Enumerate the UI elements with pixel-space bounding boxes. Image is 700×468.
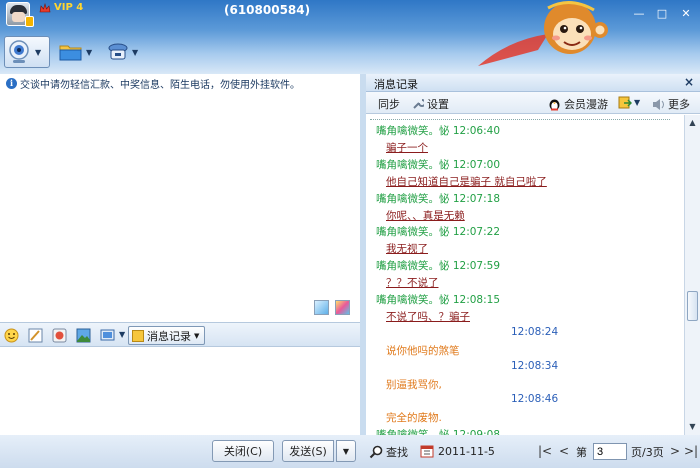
scroll-down-icon[interactable]: ▼ [686, 420, 699, 434]
settings-button[interactable]: 设置 [412, 96, 449, 112]
sent-time: 12:08:24 [511, 325, 559, 338]
folder-icon [59, 45, 82, 61]
search-label: 查找 [386, 446, 408, 459]
first-page-icon[interactable]: |< [538, 444, 552, 458]
send-options-chevron-down-icon[interactable]: ▼ [336, 440, 356, 462]
message-log-scrollbar[interactable]: ▲ ▼ [684, 115, 700, 435]
settings-label: 设置 [427, 98, 449, 111]
sender-line: 嘴角噙微笑。怭 12:06:40 [376, 125, 500, 137]
security-notice: i 交谈中请勿轻信汇款、中奖信息、陌生电话，勿使用外挂软件。 [6, 75, 356, 91]
minimize-button[interactable]: — [630, 6, 648, 21]
input-toolbar: ▼ 消息记录 ▼ [0, 322, 360, 347]
sender-line: 嘴角噙微笑。怭 12:08:15 [376, 294, 500, 306]
penguin-icon [549, 99, 560, 110]
message-log-icon [132, 329, 144, 342]
member-roaming-label: 会员漫游 [564, 98, 608, 111]
received-message: 你呢、、真是无赖 [386, 209, 465, 222]
skin-icon[interactable] [335, 300, 350, 315]
sender-line: 嘴角噙微笑。怭 12:09:08 [376, 427, 500, 435]
sent-message: 说你他吗的煞笔 [386, 344, 460, 357]
previous-page-icon[interactable]: < [559, 444, 569, 458]
close-icon[interactable]: × [684, 75, 694, 89]
message-log-button[interactable]: 消息记录 ▼ [128, 326, 205, 345]
message-log-label: 消息记录 [147, 329, 191, 343]
scroll-up-icon[interactable]: ▲ [686, 116, 699, 130]
wrench-icon [413, 99, 424, 109]
search-button[interactable]: 查找 [369, 444, 408, 460]
video-call-button[interactable]: ▼ [4, 36, 50, 68]
view-options [314, 300, 350, 315]
sender-line: 嘴角噙微笑。怭 12:07:59 [376, 260, 500, 273]
message-log-list: 嘴角噙微笑。怭 12:06:40 骗子一个嘴角噙微笑。怭 12:07:00 他自己知… [366, 115, 684, 435]
export-icon [618, 96, 632, 109]
calendar-icon [420, 445, 434, 458]
sync-button[interactable]: 同步 [378, 96, 400, 112]
sent-message: 完全的废物. [386, 412, 442, 425]
screenshot-icon[interactable] [100, 328, 115, 343]
sender-line: 嘴角噙微笑。怭 12:07:18 [376, 192, 500, 205]
sender-line: 嘴角噙微笑。怭 12:07:22 [376, 226, 500, 239]
maximize-button[interactable]: □ [653, 6, 671, 21]
emoji-icon[interactable] [4, 328, 19, 343]
more-button[interactable]: 更多 [652, 96, 690, 112]
page-suffix: 页/3页 [631, 446, 664, 459]
page-number-field[interactable] [593, 443, 627, 460]
crown-icon [39, 3, 51, 13]
more-label: 更多 [668, 98, 690, 111]
date-picker[interactable]: 2011-11-5 [420, 444, 495, 458]
message-log-footer: 查找 2011-11-5 |< < 第 页/3页 > >| [366, 440, 700, 464]
received-message: 不说了吗、？骗子 [386, 310, 470, 323]
online-status-icon[interactable] [25, 16, 34, 27]
qq-number: (610800584) [224, 3, 311, 17]
last-page-icon[interactable]: >| [684, 444, 698, 458]
page-number-input[interactable] [593, 443, 627, 460]
chat-display-area[interactable] [0, 92, 360, 320]
chevron-down-icon[interactable]: ▼ [119, 330, 125, 339]
picture-icon[interactable] [76, 328, 91, 343]
info-icon: i [6, 77, 17, 89]
sent-time: 12:08:34 [511, 359, 559, 372]
sent-message: 别逼我骂你, [386, 378, 442, 391]
chevron-down-icon: ▼ [634, 98, 641, 107]
chevron-down-icon: ▼ [194, 331, 200, 340]
received-message: 骗子一个 [386, 141, 428, 154]
message-log-header: 消息记录 × [366, 74, 700, 92]
divider [370, 115, 670, 120]
speaker-icon [653, 98, 664, 110]
monkey-mascot-logo [478, 1, 608, 66]
vip-level: VIP 4 [54, 2, 84, 13]
export-button[interactable]: ▼ [618, 96, 640, 109]
expand-icon[interactable] [314, 300, 329, 315]
page-prefix: 第 [576, 446, 587, 459]
member-roaming-button[interactable]: 会员漫游 [548, 96, 608, 112]
close-window-button[interactable]: ✕ [677, 6, 695, 21]
search-icon [369, 445, 383, 459]
received-message: 他自己知道自己是骗子 就自己啦了 [386, 175, 547, 188]
received-message: 我无视了 [386, 243, 428, 256]
font-icon[interactable] [28, 328, 43, 343]
webcam-icon [9, 40, 29, 63]
send-button[interactable]: 发送(S) [282, 440, 334, 462]
sender-line: 嘴角噙微笑。怭 12:07:00 [376, 158, 500, 171]
chevron-down-icon[interactable]: ▼ [35, 48, 41, 57]
message-log-title: 消息记录 [374, 78, 418, 91]
next-page-icon[interactable]: > [670, 444, 680, 458]
scrollbar-thumb[interactable] [687, 291, 698, 321]
magic-expression-icon[interactable] [52, 328, 67, 343]
notice-text: 交谈中请勿轻信汇款、中奖信息、陌生电话，勿使用外挂软件。 [20, 79, 300, 91]
close-button[interactable]: 关闭(C) [212, 440, 274, 462]
sent-time: 12:08:46 [511, 393, 559, 406]
received-message: ？？不说了 [386, 277, 439, 290]
app-button[interactable]: ▼ [106, 36, 146, 68]
message-input[interactable] [0, 347, 360, 435]
message-log-panel: 消息记录 × 同步 设置 会员漫游 ▼ 更多 嘴角噙微笑。怭 12:06:40 … [366, 74, 700, 435]
send-file-button[interactable]: ▼ [58, 36, 100, 68]
message-log-toolbar: 同步 设置 会员漫游 ▼ 更多 [366, 92, 700, 114]
chevron-down-icon[interactable]: ▼ [86, 48, 92, 57]
date-value: 2011-11-5 [438, 444, 495, 458]
app-icon [108, 43, 128, 60]
chevron-down-icon[interactable]: ▼ [132, 48, 138, 57]
